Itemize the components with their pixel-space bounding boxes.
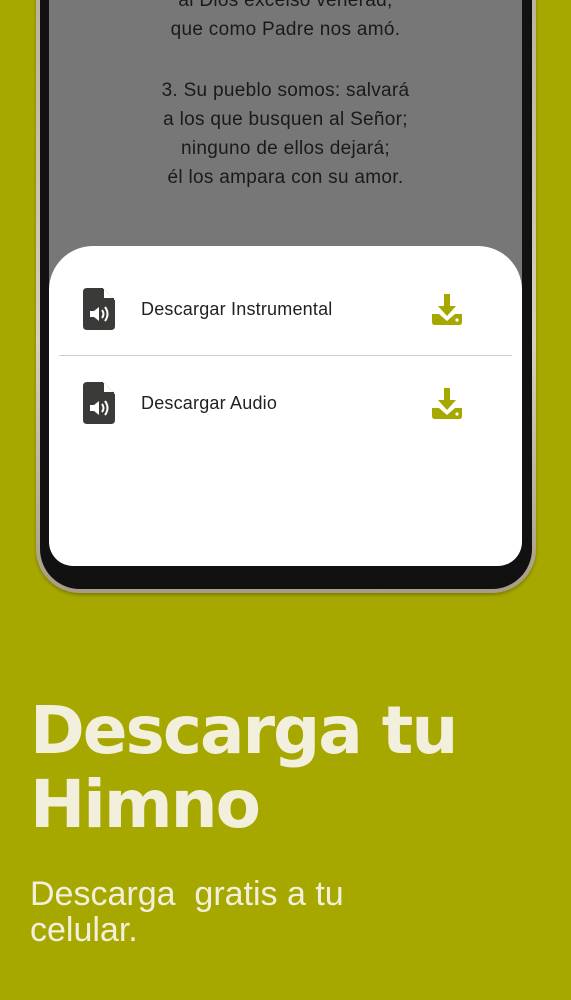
lyric-line: él los ampara con su amor. [167, 167, 404, 188]
headline-line: Himno [30, 766, 261, 843]
hymn-lyrics: al Dios excelso venerad, que como Padre … [49, 0, 522, 192]
promo-subtitle: Descarga gratis a tu celular. [30, 876, 550, 948]
lyric-line: 3. Su pueblo somos: salvará [161, 80, 410, 101]
stanza-gap [49, 44, 522, 76]
subtitle-line: Descarga gratis a tu [30, 875, 344, 913]
row-divider [59, 355, 512, 356]
download-audio-label: Descargar Audio [141, 392, 278, 413]
audio-file-icon [83, 288, 115, 330]
audio-file-icon [83, 382, 115, 424]
lyric-line: al Dios excelso venerad, [178, 0, 393, 11]
subtitle-line: celular. [30, 911, 138, 949]
lyric-line: ninguno de ellos dejará; [181, 138, 390, 159]
headline-line: Descarga tu [30, 692, 458, 769]
download-instrumental-label: Descargar Instrumental [141, 298, 333, 319]
lyric-line: que como Padre nos amó. [170, 19, 401, 40]
phone-screen: al Dios excelso venerad, que como Padre … [49, 0, 522, 566]
promo-headline: Descarga tu Himno [30, 694, 550, 842]
download-audio-row[interactable]: Descargar Audio [49, 358, 522, 448]
download-icon[interactable] [430, 292, 464, 326]
download-bottom-sheet: Descargar Instrumental Descargar Audio [49, 246, 522, 566]
lyric-line: a los que busquen al Señor; [163, 109, 408, 130]
download-icon[interactable] [430, 386, 464, 420]
download-instrumental-row[interactable]: Descargar Instrumental [49, 264, 522, 354]
